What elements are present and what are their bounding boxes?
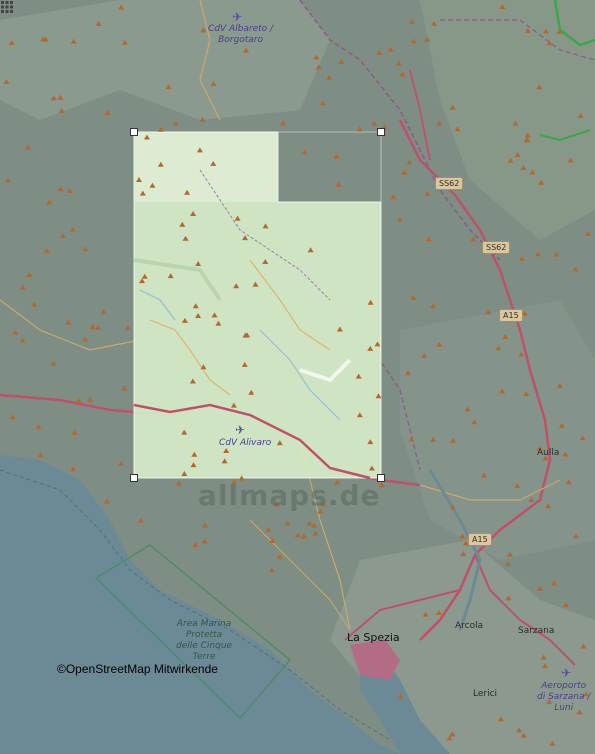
map-attribution: ©OpenStreetMap Mitwirkende xyxy=(57,662,218,676)
handle-top-right[interactable] xyxy=(377,128,385,136)
airport-label-sarzana: Aeroporto di Sarzana / Luni xyxy=(537,681,591,713)
map-base xyxy=(0,0,595,754)
airport-icon: ✈ xyxy=(561,666,572,680)
place-label-arcola: Arcola xyxy=(455,621,484,631)
handle-top-left[interactable] xyxy=(130,128,138,136)
road-shield: A15 xyxy=(468,533,492,546)
airport-icon: ✈ xyxy=(232,10,243,24)
airport-label-alivaro: CdV Alivaro xyxy=(219,438,272,448)
watermark-logo: allmaps.de xyxy=(198,479,381,512)
grid-icon[interactable] xyxy=(0,0,14,14)
airport-label-albareto: CdV Albareto / Borgotaro xyxy=(208,24,274,45)
airport-icon: ✈ xyxy=(235,423,246,437)
handle-bottom-left[interactable] xyxy=(130,474,138,482)
protected-area-label: Area Marina Protetta delle Cinque Terre xyxy=(176,619,233,662)
road-shield: SS62 xyxy=(482,241,511,254)
place-label-la-spezia: La Spezia xyxy=(347,631,400,644)
place-label-lerici: Lerici xyxy=(473,689,498,699)
handle-bottom-right[interactable] xyxy=(377,474,385,482)
road-shield: A15 xyxy=(499,309,523,322)
place-label-aulla: Aulla xyxy=(537,448,560,458)
map-view[interactable]: ✈ CdV Albareto / Borgotaro ✈ CdV Alivaro… xyxy=(0,0,595,754)
road-shield: SS62 xyxy=(435,177,464,190)
place-label-sarzana: Sarzana xyxy=(518,626,555,636)
